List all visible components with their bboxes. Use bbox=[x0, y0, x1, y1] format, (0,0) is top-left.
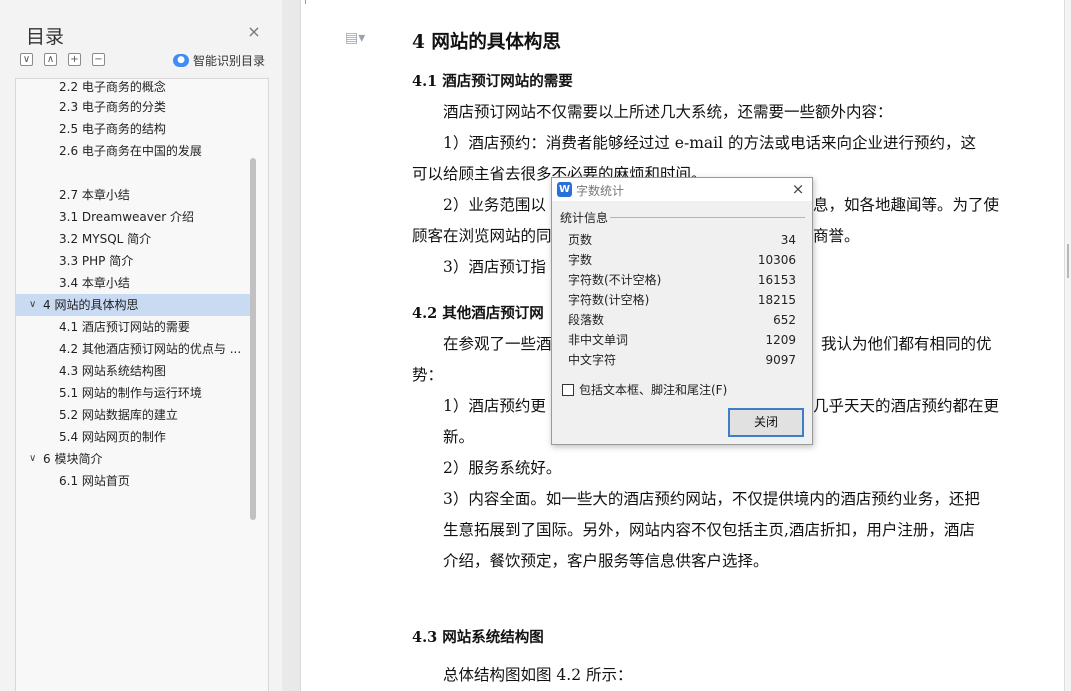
stat-label: 段落数 bbox=[568, 313, 605, 327]
paragraph-line: 1）酒店预约：消费者能够经过过 e-mail 的方法或电话来向企业进行预约，这 bbox=[443, 134, 976, 152]
chevron-down-icon[interactable]: ∨ bbox=[29, 294, 36, 316]
cloud-icon: ● bbox=[173, 54, 189, 67]
dialog-title: 字数统计 bbox=[576, 184, 625, 198]
stat-label: 页数 bbox=[568, 233, 593, 247]
toc-item[interactable]: 6.1 网站首页 bbox=[16, 470, 252, 492]
stat-row-pages: 页数 34 bbox=[568, 231, 796, 249]
wps-logo-icon: W bbox=[557, 182, 572, 197]
stat-value: 10306 bbox=[757, 253, 796, 267]
toc-item[interactable]: 2.7 本章小结 bbox=[16, 184, 252, 206]
paragraph-line: 2）服务系统好。 bbox=[443, 459, 562, 477]
toc-list: 2.2 电子商务的概念 2.3 电子商务的分类 2.5 电子商务的结构 2.6 … bbox=[15, 78, 269, 691]
toc-item-active[interactable]: ∨ 4 网站的具体构思 bbox=[16, 294, 252, 316]
paragraph-line: 2）业务范围以 bbox=[443, 196, 546, 214]
paragraph-line: 3）内容全面。如一些大的酒店预约网站，不仅提供境内的酒店预约业务，还把 bbox=[443, 490, 980, 508]
toc-item[interactable]: 2.6 电子商务在中国的发展 bbox=[16, 140, 252, 162]
add-heading-icon[interactable]: + bbox=[68, 53, 81, 66]
vertical-ruler bbox=[1064, 0, 1071, 691]
document-outline-icon[interactable]: ▤▾ bbox=[345, 30, 365, 46]
collapse-all-icon[interactable]: ∨ bbox=[20, 53, 33, 66]
toc-item[interactable]: 3.2 MYSQL 简介 bbox=[16, 228, 252, 250]
include-textbox-option[interactable]: 包括文本框、脚注和尾注(F) bbox=[562, 381, 727, 398]
paragraph-line: 新。 bbox=[443, 428, 475, 446]
stat-row-non-chinese-words: 非中文单词 1209 bbox=[568, 331, 796, 349]
paragraph-line: 生意拓展到了国际。另外，网站内容不仅包括主页,酒店折扣，用户注册，酒店 bbox=[443, 521, 975, 539]
stat-label: 中文字符 bbox=[568, 353, 617, 367]
toc-item[interactable]: 4.1 酒店预订网站的需要 bbox=[16, 316, 252, 338]
paragraph-line: 息，如各地趣闻等。为了使 bbox=[813, 196, 1000, 214]
stat-label: 非中文单词 bbox=[568, 333, 629, 347]
stats-section-label: 统计信息 bbox=[560, 211, 609, 225]
stat-label: 字符数(不计空格) bbox=[568, 273, 662, 287]
toc-scrollbar[interactable] bbox=[250, 158, 256, 520]
dialog-close-icon[interactable]: × bbox=[790, 180, 806, 198]
toc-item[interactable]: 2.5 电子商务的结构 bbox=[16, 118, 252, 140]
toc-toolbar: ∨ ∧ + − bbox=[20, 53, 105, 66]
paragraph-line: 商誉。 bbox=[813, 227, 860, 245]
include-textbox-checkbox[interactable] bbox=[562, 383, 574, 396]
paragraph-line: 势： bbox=[412, 366, 444, 384]
paragraph-line: 酒店预订网站不仅需要以上所述几大系统，还需要一些额外内容： bbox=[443, 103, 893, 121]
stat-value: 18215 bbox=[757, 293, 796, 307]
toc-title: 目录 bbox=[26, 26, 65, 48]
stat-row-chinese-chars: 中文字符 9097 bbox=[568, 351, 796, 369]
toc-item[interactable]: 3.4 本章小结 bbox=[16, 272, 252, 294]
paragraph-line: 1）酒店预约更 bbox=[443, 397, 546, 415]
heading-4-3: 4.3 网站系统结构图 bbox=[412, 629, 544, 646]
stat-value: 16153 bbox=[757, 273, 796, 287]
stat-value: 1209 bbox=[765, 333, 796, 347]
stat-label: 字数 bbox=[568, 253, 593, 267]
toc-item[interactable]: 3.3 PHP 简介 bbox=[16, 250, 252, 272]
toc-item[interactable]: 5.2 网站数据库的建立 bbox=[16, 404, 252, 426]
paragraph-line: 我认为他们都有相同的优 bbox=[821, 335, 992, 353]
toc-item[interactable]: 3.1 Dreamweaver 介绍 bbox=[16, 206, 252, 228]
remove-heading-icon[interactable]: − bbox=[92, 53, 105, 66]
stat-value: 9097 bbox=[765, 353, 796, 367]
paragraph-line: 总体结构图如图 4.2 所示： bbox=[443, 666, 633, 684]
paragraph-line: 介绍，餐饮预定，客户服务等信息供客户选择。 bbox=[443, 552, 769, 570]
chevron-down-icon[interactable]: ∨ bbox=[29, 448, 36, 470]
paragraph-line: 3）酒店预订指 bbox=[443, 258, 546, 276]
navigation-pane: 目录 × ∨ ∧ + − ● 智能识别目录 2.2 电子商务的概念 2.3 电子… bbox=[0, 0, 282, 691]
include-textbox-label[interactable]: 包括文本框、脚注和尾注(F) bbox=[579, 381, 727, 398]
toc-item[interactable]: 5.1 网站的制作与运行环境 bbox=[16, 382, 252, 404]
close-nav-icon[interactable]: × bbox=[246, 24, 262, 40]
toc-item-label: 6 模块简介 bbox=[43, 452, 103, 466]
stat-value: 652 bbox=[773, 313, 796, 327]
toc-item[interactable]: 4.2 其他酒店预订网站的优点与 ... bbox=[16, 338, 252, 360]
stat-value: 34 bbox=[780, 233, 796, 247]
heading-4-2: 4.2 其他酒店预订网 bbox=[412, 305, 544, 322]
smart-toc-label: 智能识别目录 bbox=[193, 54, 266, 68]
expand-all-icon[interactable]: ∧ bbox=[44, 53, 57, 66]
toc-item-label: 4 网站的具体构思 bbox=[43, 298, 139, 312]
stat-row-paragraphs: 段落数 652 bbox=[568, 311, 796, 329]
dialog-titlebar[interactable]: W 字数统计 × bbox=[552, 178, 812, 201]
toc-item[interactable]: 2.3 电子商务的分类 bbox=[16, 96, 252, 118]
divider bbox=[610, 217, 805, 218]
toc-item[interactable]: 2.2 电子商务的概念 bbox=[16, 79, 252, 98]
paragraph-line: 顾客在浏览网站的同 bbox=[412, 227, 552, 245]
stat-row-chars-no-spaces: 字符数(不计空格) 16153 bbox=[568, 271, 796, 289]
page-gutter bbox=[282, 0, 300, 691]
close-button[interactable]: 关闭 bbox=[728, 408, 804, 437]
stat-row-words: 字数 10306 bbox=[568, 251, 796, 269]
paragraph-line: 在参观了一些酒 bbox=[443, 335, 552, 353]
toc-item[interactable]: 4.3 网站系统结构图 bbox=[16, 360, 252, 382]
toc-item[interactable] bbox=[16, 162, 252, 184]
paragraph-line: 几乎天天的酒店预约都在更 bbox=[813, 397, 1000, 415]
toc-item[interactable]: ∨ 6 模块简介 bbox=[16, 448, 252, 470]
stat-label: 字符数(计空格) bbox=[568, 293, 650, 307]
smart-toc-button[interactable]: ● 智能识别目录 bbox=[173, 52, 265, 69]
stat-row-chars-with-spaces: 字符数(计空格) 18215 bbox=[568, 291, 796, 309]
page-corner-mark bbox=[305, 0, 306, 4]
word-count-dialog: W 字数统计 × 统计信息 页数 34 字数 10306 字符数(不计空格) 1… bbox=[551, 177, 813, 445]
heading-chapter-4: 4 网站的具体构思 bbox=[412, 32, 561, 53]
ruler-handle[interactable] bbox=[1067, 244, 1069, 278]
toc-item[interactable]: 5.4 网站网页的制作 bbox=[16, 426, 252, 448]
heading-4-1: 4.1 酒店预订网站的需要 bbox=[412, 73, 573, 90]
